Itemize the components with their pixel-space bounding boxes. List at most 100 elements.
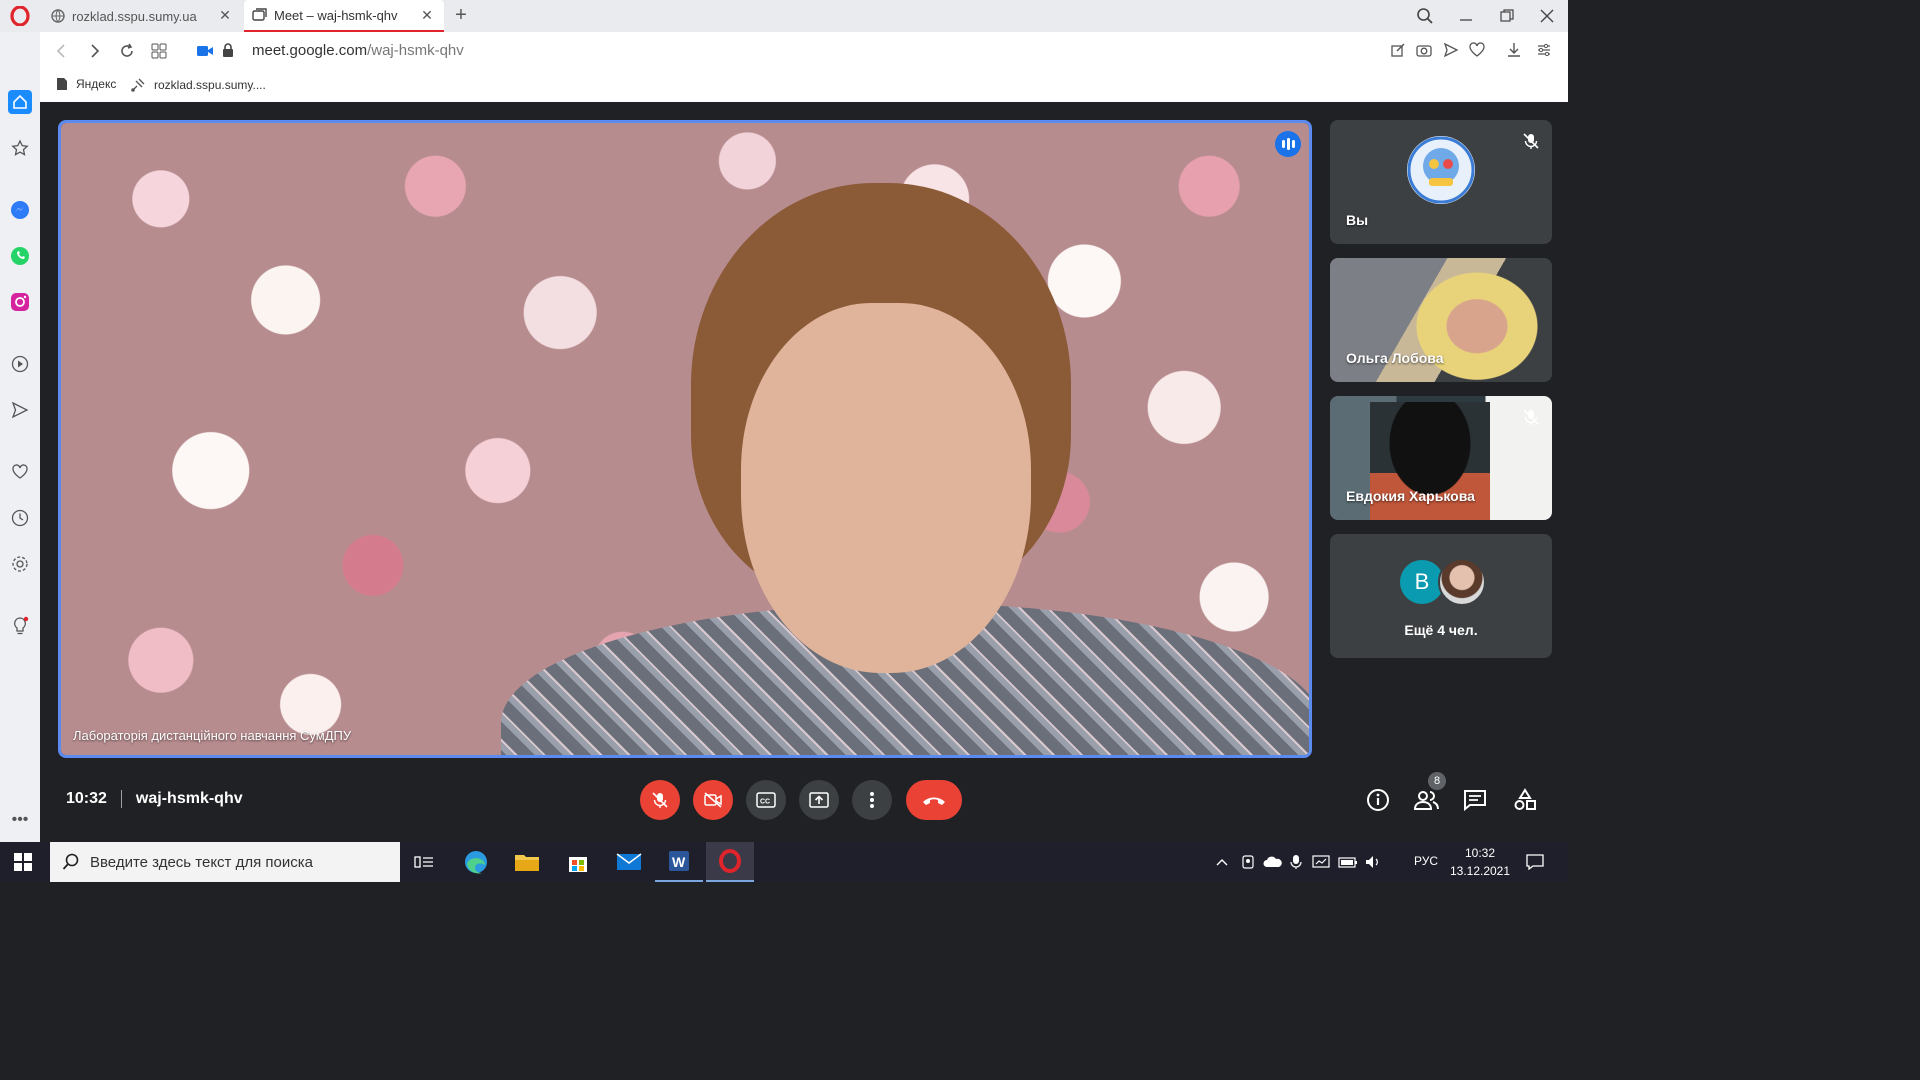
main-video-tile[interactable]: Лабораторія дистанційного навчання СумДП…	[58, 120, 1312, 758]
close-tab-icon[interactable]: ✕	[420, 8, 434, 22]
onedrive-cloud-icon[interactable]	[1263, 854, 1283, 870]
taskbar-clock[interactable]: 10:32 13.12.2021	[1446, 844, 1514, 880]
search-tabs-icon[interactable]	[1416, 7, 1434, 25]
tab-meet[interactable]: Meet – waj-hsmk-qhv ✕	[244, 0, 444, 32]
battery-icon[interactable]	[1338, 855, 1358, 869]
speed-dial-grid-icon[interactable]	[150, 42, 168, 60]
meet-stage: Лабораторія дистанційного навчання СумДП…	[40, 102, 1568, 842]
reload-icon[interactable]	[118, 42, 136, 60]
download-icon[interactable]	[1506, 42, 1522, 58]
bookmark-label: Яндекс	[76, 77, 117, 91]
close-tab-icon[interactable]: ✕	[218, 8, 232, 22]
minimize-window-icon[interactable]	[1458, 8, 1474, 24]
bookmarks-star-icon[interactable]	[8, 136, 32, 160]
camera-off-button[interactable]	[693, 780, 733, 820]
meeting-code: waj-hsmk-qhv	[135, 790, 243, 807]
camera-in-use-icon[interactable]	[196, 43, 214, 59]
notifications-icon[interactable]	[1526, 853, 1544, 871]
flow-send-icon[interactable]	[8, 398, 32, 422]
tab-title: Meet – waj-hsmk-qhv	[274, 7, 398, 23]
opera-sidebar: •••	[0, 32, 40, 842]
mic-off-icon	[652, 792, 668, 808]
restore-window-icon[interactable]	[1499, 8, 1515, 24]
network-icon[interactable]	[1312, 854, 1330, 870]
opera-taskbar-icon[interactable]	[706, 842, 754, 882]
globe-icon	[50, 8, 66, 24]
more-participants-label: Ещё 4 чел.	[1404, 622, 1478, 638]
tab-title: rozklad.sspu.sumy.ua	[72, 8, 197, 24]
new-tab-icon[interactable]: +	[450, 4, 472, 26]
present-screen-button[interactable]	[799, 780, 839, 820]
info-icon	[1367, 789, 1389, 811]
close-window-icon[interactable]	[1538, 7, 1556, 25]
player-icon[interactable]	[8, 352, 32, 376]
whatsapp-icon[interactable]	[8, 244, 32, 268]
avatar	[1438, 558, 1486, 606]
bookmark-rozklad[interactable]: rozklad.sspu.sumy....	[130, 77, 266, 93]
webcam-tray-icon[interactable]	[1240, 854, 1256, 870]
url-path: /waj-hsmk-qhv	[367, 42, 464, 59]
input-language[interactable]: РУС	[1414, 854, 1438, 868]
word-icon[interactable]: W	[655, 842, 703, 882]
volume-icon[interactable]	[1364, 854, 1382, 870]
participant-count-badge: 8	[1428, 772, 1446, 790]
more-options-button[interactable]	[852, 780, 892, 820]
snapshot-camera-icon[interactable]	[1416, 42, 1432, 58]
hang-up-icon	[923, 797, 945, 805]
chat-button[interactable]	[1461, 786, 1489, 814]
show-hidden-icons-icon[interactable]	[1214, 854, 1230, 870]
mic-off-icon	[1522, 408, 1540, 426]
settings-gear-icon[interactable]	[8, 552, 32, 576]
lock-icon[interactable]	[221, 42, 235, 58]
svg-text:W: W	[672, 854, 686, 870]
search-placeholder: Введите здесь текст для поиска	[90, 853, 313, 871]
activities-button[interactable]	[1511, 786, 1539, 814]
bookmarks-bar: Яндекс rozklad.sspu.sumy....	[40, 70, 1568, 102]
messenger-icon[interactable]	[8, 198, 32, 222]
file-explorer-icon[interactable]	[503, 842, 551, 882]
people-button[interactable]	[1413, 786, 1441, 814]
favorites-heart-icon[interactable]	[8, 460, 32, 484]
more-vert-icon	[870, 792, 874, 808]
lightbulb-icon[interactable]	[8, 614, 32, 638]
divider	[120, 790, 122, 808]
mail-icon[interactable]	[605, 842, 653, 882]
easy-setup-icon[interactable]	[1536, 42, 1552, 58]
task-view-icon[interactable]	[400, 842, 448, 882]
tab-rozklad[interactable]: rozklad.sspu.sumy.ua ✕	[40, 0, 242, 32]
bookmark-yandex[interactable]: Яндекс	[56, 77, 116, 91]
participant-tile[interactable]: Евдокия Харькова	[1330, 396, 1552, 520]
present-screen-icon	[809, 792, 829, 808]
meeting-time: 10:32	[66, 790, 107, 807]
heart-icon[interactable]	[1469, 42, 1485, 58]
home-icon[interactable]	[8, 90, 32, 114]
leave-call-button[interactable]	[906, 780, 962, 820]
taskbar-search-box[interactable]: Введите здесь текст для поиска	[50, 842, 400, 882]
mic-off-button[interactable]	[640, 780, 680, 820]
bookmark-label: rozklad.sspu.sumy....	[154, 78, 266, 92]
captions-button[interactable]: CC	[746, 780, 786, 820]
url-field[interactable]: meet.google.com/waj-hsmk-qhv	[252, 42, 464, 59]
more-dots-icon[interactable]: •••	[8, 808, 32, 832]
windows-start-icon[interactable]	[14, 853, 32, 871]
participant-name: Евдокия Харькова	[1346, 488, 1475, 504]
address-bar-row: meet.google.com/waj-hsmk-qhv	[40, 32, 1568, 70]
windows-taskbar: Введите здесь текст для поиска W РУС 10:…	[0, 842, 1568, 882]
instagram-icon[interactable]	[8, 290, 32, 314]
microsoft-store-icon[interactable]	[554, 842, 602, 882]
meeting-details-button[interactable]	[1364, 786, 1392, 814]
edge-browser-icon[interactable]	[452, 842, 500, 882]
microphone-tray-icon[interactable]	[1290, 854, 1302, 870]
forward-icon[interactable]	[86, 43, 102, 59]
history-clock-icon[interactable]	[8, 506, 32, 530]
participant-tile[interactable]: Ольга Лобова	[1330, 258, 1552, 382]
edit-icon[interactable]	[1390, 42, 1406, 58]
meeting-info: 10:32 waj-hsmk-qhv	[66, 790, 243, 808]
page-icon	[56, 77, 68, 91]
participant-tile-self[interactable]: Вы	[1330, 120, 1552, 244]
back-icon[interactable]	[54, 43, 70, 59]
svg-text:CC: CC	[760, 799, 770, 806]
opera-logo-icon[interactable]	[10, 5, 30, 27]
send-icon[interactable]	[1443, 42, 1459, 58]
more-participants-tile[interactable]: В Ещё 4 чел.	[1330, 534, 1552, 658]
